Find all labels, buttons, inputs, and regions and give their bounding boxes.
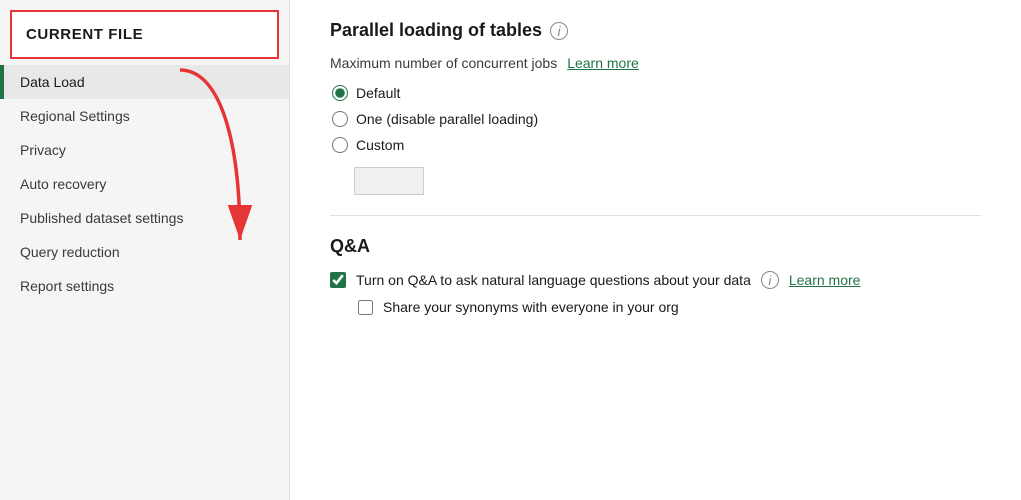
turn-on-qa-label: Turn on Q&A to ask natural language ques… [356,272,751,288]
sidebar-item-label: Auto recovery [20,176,106,192]
sidebar-item-report-settings[interactable]: Report settings [0,269,289,303]
sidebar-item-published-dataset-settings[interactable]: Published dataset settings [0,201,289,235]
parallel-loading-radio-group: Default One (disable parallel loading) C… [332,85,981,153]
parallel-loading-title: Parallel loading of tables [330,20,542,41]
qa-learn-more-link[interactable]: Learn more [789,272,861,288]
radio-one[interactable] [332,111,348,127]
parallel-loading-section-title: Parallel loading of tables i [330,20,981,41]
concurrent-jobs-label: Maximum number of concurrent jobs [330,55,557,71]
radio-default-label: Default [356,85,400,101]
share-synonyms-label: Share your synonyms with everyone in you… [383,299,679,315]
sidebar-item-label: Privacy [20,142,66,158]
sidebar-item-label: Query reduction [20,244,120,260]
turn-on-qa-checkbox[interactable] [330,272,346,288]
share-synonyms-row: Share your synonyms with everyone in you… [358,299,981,315]
radio-custom[interactable] [332,137,348,153]
radio-option-custom[interactable]: Custom [332,137,981,153]
radio-custom-label: Custom [356,137,404,153]
parallel-loading-learn-more-link[interactable]: Learn more [567,55,639,71]
sidebar-item-label: Report settings [20,278,114,294]
sidebar-item-auto-recovery[interactable]: Auto recovery [0,167,289,201]
qa-info-icon: i [761,271,779,289]
sidebar-nav: Data Load Regional Settings Privacy Auto… [0,65,289,303]
radio-option-default[interactable]: Default [332,85,981,101]
concurrent-jobs-row: Maximum number of concurrent jobs Learn … [330,55,981,71]
parallel-loading-info-icon: i [550,22,568,40]
sidebar-item-label: Data Load [20,74,85,90]
main-content: Parallel loading of tables i Maximum num… [290,0,1021,500]
sidebar-item-privacy[interactable]: Privacy [0,133,289,167]
sidebar-item-data-load[interactable]: Data Load [0,65,289,99]
custom-value-input[interactable] [354,167,424,195]
turn-on-qa-row: Turn on Q&A to ask natural language ques… [330,271,981,289]
sidebar: CURRENT FILE Data Load Regional Settings… [0,0,290,500]
radio-option-one[interactable]: One (disable parallel loading) [332,111,981,127]
section-divider [330,215,981,216]
qa-section-title: Q&A [330,236,981,257]
custom-input-container [354,167,981,195]
sidebar-item-query-reduction[interactable]: Query reduction [0,235,289,269]
sidebar-title: CURRENT FILE [26,26,143,43]
radio-default[interactable] [332,85,348,101]
sidebar-item-label: Published dataset settings [20,210,183,226]
sidebar-item-label: Regional Settings [20,108,130,124]
share-synonyms-checkbox[interactable] [358,300,373,315]
current-file-header: CURRENT FILE [10,10,279,59]
sidebar-item-regional-settings[interactable]: Regional Settings [0,99,289,133]
radio-one-label: One (disable parallel loading) [356,111,538,127]
